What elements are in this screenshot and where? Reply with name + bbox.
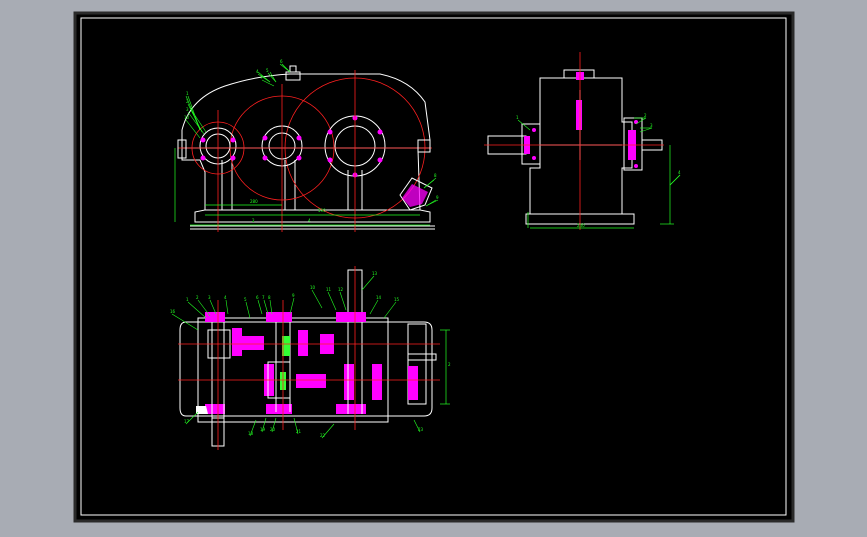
drawing-sheet bbox=[73, 11, 795, 523]
drawing-canvas: 280 590 2 4 1234 5678910 240 1 234 2 1 2… bbox=[73, 11, 795, 523]
coupling-detail bbox=[196, 406, 208, 414]
part-balloon: 23 bbox=[418, 427, 424, 432]
dim-label: 280 bbox=[250, 199, 258, 204]
part-balloon: 21 bbox=[296, 429, 302, 434]
part-balloon: 11 bbox=[326, 287, 332, 292]
part-balloon: 18 bbox=[248, 431, 254, 436]
part-balloon: 16 bbox=[170, 309, 176, 314]
part-balloon: 22 bbox=[320, 433, 326, 438]
part-balloon: 20 bbox=[270, 427, 276, 432]
part-balloon: 13 bbox=[372, 271, 378, 276]
part-balloon: 15 bbox=[394, 297, 400, 302]
part-balloon: 10 bbox=[184, 115, 190, 120]
part-balloon: 17 bbox=[184, 419, 190, 424]
part-balloon: 19 bbox=[260, 427, 266, 432]
cad-viewport: 280 590 2 4 1 2 3 4 5 6 7 8 9 10 240 1 2… bbox=[0, 0, 867, 533]
dim-label: 240 bbox=[577, 223, 585, 228]
part-balloon: 14 bbox=[376, 295, 382, 300]
part-balloon: 10 bbox=[310, 285, 316, 290]
dim-label: 590 bbox=[318, 208, 326, 213]
part-balloon: 12 bbox=[338, 287, 344, 292]
